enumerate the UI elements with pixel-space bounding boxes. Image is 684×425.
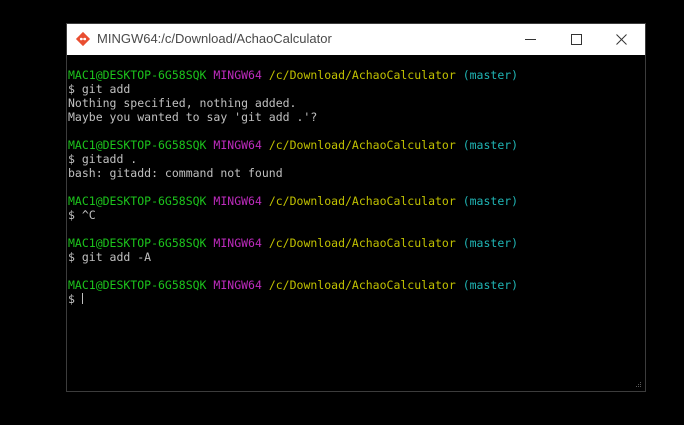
close-button[interactable] xyxy=(599,24,645,55)
prompt-branch: (master) xyxy=(462,236,519,250)
prompt-host: MINGW64 xyxy=(213,138,262,152)
prompt-user: MAC1@DESKTOP-6G58SQK xyxy=(68,278,207,292)
text-cursor xyxy=(81,293,83,304)
prompt-path: /c/Download/AchaoCalculator xyxy=(268,194,456,208)
prompt-path: /c/Download/AchaoCalculator xyxy=(268,236,456,250)
prompt-host: MINGW64 xyxy=(213,68,262,82)
prompt-host: MINGW64 xyxy=(213,194,262,208)
prompt-user: MAC1@DESKTOP-6G58SQK xyxy=(68,194,207,208)
command-line: $ git add xyxy=(68,82,131,96)
output-line: bash: gitadd: command not found xyxy=(68,166,283,180)
prompt-line: MAC1@DESKTOP-6G58SQK MINGW64 /c/Download… xyxy=(68,236,645,250)
prompt-user: MAC1@DESKTOP-6G58SQK xyxy=(68,138,207,152)
command-line: $ git add -A xyxy=(68,250,152,264)
maximize-icon xyxy=(571,34,582,45)
prompt-line: MAC1@DESKTOP-6G58SQK MINGW64 /c/Download… xyxy=(68,138,645,152)
prompt-line: MAC1@DESKTOP-6G58SQK MINGW64 /c/Download… xyxy=(68,194,645,208)
output-line: Maybe you wanted to say 'git add .'? xyxy=(68,110,318,124)
git-bash-icon xyxy=(75,31,91,47)
prompt-line: MAC1@DESKTOP-6G58SQK MINGW64 /c/Download… xyxy=(68,68,645,82)
minimize-icon xyxy=(525,39,536,40)
command-line: $ ^C xyxy=(68,208,96,222)
prompt-branch: (master) xyxy=(462,194,519,208)
active-command-line[interactable]: $ xyxy=(68,292,645,306)
terminal-window: MINGW64:/c/Download/AchaoCalculator MAC1… xyxy=(66,23,646,392)
prompt-branch: (master) xyxy=(462,68,519,82)
prompt-host: MINGW64 xyxy=(213,236,262,250)
prompt-host: MINGW64 xyxy=(213,278,262,292)
prompt-line: MAC1@DESKTOP-6G58SQK MINGW64 /c/Download… xyxy=(68,278,645,292)
prompt-path: /c/Download/AchaoCalculator xyxy=(268,278,456,292)
prompt-path: /c/Download/AchaoCalculator xyxy=(268,68,456,82)
resize-grip-icon[interactable] xyxy=(634,380,642,388)
prompt-user: MAC1@DESKTOP-6G58SQK xyxy=(68,68,207,82)
close-icon xyxy=(616,34,627,45)
window-title: MINGW64:/c/Download/AchaoCalculator xyxy=(97,31,332,46)
prompt-branch: (master) xyxy=(462,278,519,292)
prompt-path: /c/Download/AchaoCalculator xyxy=(268,138,456,152)
command-line: $ gitadd . xyxy=(68,152,138,166)
prompt-branch: (master) xyxy=(462,138,519,152)
prompt-user: MAC1@DESKTOP-6G58SQK xyxy=(68,236,207,250)
title-bar[interactable]: MINGW64:/c/Download/AchaoCalculator xyxy=(67,24,645,55)
maximize-button[interactable] xyxy=(554,24,600,55)
output-line: Nothing specified, nothing added. xyxy=(68,96,297,110)
minimize-button[interactable] xyxy=(508,24,554,55)
terminal-output[interactable]: MAC1@DESKTOP-6G58SQK MINGW64 /c/Download… xyxy=(67,55,645,391)
prompt-symbol: $ xyxy=(68,292,75,306)
